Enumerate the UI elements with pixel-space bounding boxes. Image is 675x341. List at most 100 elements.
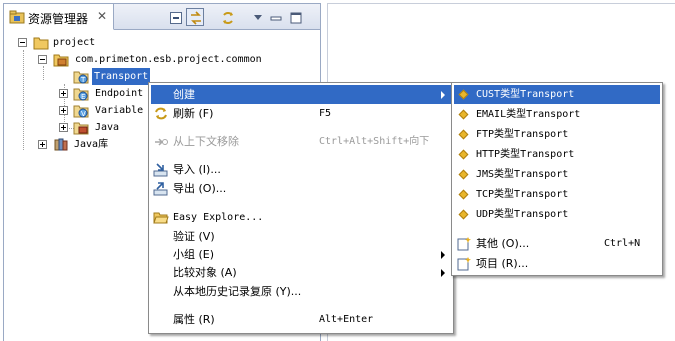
menu-label: 其他 (O)... (476, 237, 530, 250)
import-icon (153, 162, 169, 177)
menu-item-transport-type[interactable]: TCP类型Transport (454, 185, 660, 204)
menu-label: 导入 (I)... (173, 163, 221, 176)
menu-label: HTTP类型Transport (476, 149, 575, 160)
tree-item-package[interactable]: com.primeton.esb.project.common (38, 51, 298, 68)
menu-item-export[interactable]: 导出 (O)... (151, 179, 451, 198)
menu-accelerator: Ctrl+N (604, 238, 641, 249)
menu-label: 从本地历史记录复原 (Y)... (173, 285, 302, 298)
menu-label: Easy Explore... (173, 212, 264, 223)
tree-item-project[interactable]: project (18, 34, 218, 51)
menu-item-properties[interactable]: 属性 (R) Alt+Enter (151, 310, 451, 329)
tab-resource-explorer[interactable]: 资源管理器 ✕ (4, 4, 114, 30)
menu-label: FTP类型Transport (476, 129, 569, 140)
tree-item-java[interactable]: Java (59, 119, 159, 136)
menu-item-restore-from-history[interactable]: 从本地历史记录复原 (Y)... (151, 282, 451, 301)
menu-item-transport-type[interactable]: JMS类型Transport (454, 165, 660, 184)
tab-title: 资源管理器 (28, 12, 89, 26)
tree-item-java-library[interactable]: Java库 (38, 136, 138, 153)
create-submenu: CUST类型Transport EMAIL类型Transport FTP类型Tran… (451, 82, 663, 276)
menu-separator (151, 155, 451, 156)
tree-label: Java (95, 122, 120, 133)
transport-type-icon (458, 89, 469, 100)
menu-item-refresh[interactable]: 刷新 (F) F5 (151, 104, 451, 123)
menu-label: 验证 (V) (173, 230, 215, 243)
expand-toggle[interactable] (59, 123, 68, 132)
menu-item-transport-type[interactable]: UDP类型Transport (454, 205, 660, 224)
menu-item-import[interactable]: 导入 (I)... (151, 160, 451, 179)
menu-accelerator: Ctrl+Alt+Shift+向下 (319, 136, 430, 147)
project-folder-icon (33, 35, 49, 50)
collapse-toggle[interactable] (38, 55, 47, 64)
sync-icon[interactable] (218, 8, 236, 26)
menu-item-project[interactable]: 项目 (R)... (454, 254, 660, 273)
menu-separator (151, 127, 451, 128)
tree-item-variable[interactable]: V Variable (59, 102, 159, 119)
library-icon (53, 137, 69, 152)
view-tab-bar: 资源管理器 ✕ (4, 4, 320, 30)
menu-item-other[interactable]: 其他 (O)... Ctrl+N (454, 234, 660, 253)
menu-label: UDP类型Transport (476, 209, 569, 220)
menu-item-team[interactable]: 小组 (E) (151, 245, 451, 264)
menu-label: EMAIL类型Transport (476, 109, 581, 120)
transport-type-icon (458, 169, 469, 180)
menu-separator (151, 305, 451, 306)
tree-label-selected: Transport (92, 68, 151, 85)
transport-type-icon (458, 109, 469, 120)
menu-item-transport-type[interactable]: EMAIL类型Transport (454, 105, 660, 124)
transport-type-icon (458, 149, 469, 160)
submenu-arrow-icon (441, 269, 445, 277)
transport-type-icon (458, 129, 469, 140)
menu-separator (454, 226, 660, 227)
menu-label: 属性 (R) (173, 313, 215, 326)
endpoint-folder-icon: E (73, 86, 89, 101)
new-project-icon (456, 256, 472, 271)
menu-item-transport-type[interactable]: FTP类型Transport (454, 125, 660, 144)
menu-item-compare-with[interactable]: 比较对象 (A) (151, 263, 451, 282)
transport-folder-icon: T (73, 69, 89, 84)
context-menu: 创建 刷新 (F) F5 从上下文移除 Ctrl+Alt+Shift+向下 导入… (148, 82, 454, 334)
menu-label: JMS类型Transport (476, 169, 569, 180)
tree-label: project (53, 37, 96, 48)
svg-text:E: E (81, 93, 85, 101)
menu-item-transport-type[interactable]: HTTP类型Transport (454, 145, 660, 164)
tree-label: Java库 (74, 139, 109, 150)
menu-item-validate[interactable]: 验证 (V) (151, 227, 451, 246)
new-wizard-icon (456, 236, 472, 251)
tree-label: Endpoint (95, 88, 144, 99)
submenu-arrow-icon (441, 251, 445, 259)
expand-toggle[interactable] (59, 106, 68, 115)
menu-separator (151, 203, 451, 204)
svg-text:V: V (81, 110, 86, 118)
export-icon (153, 181, 169, 196)
submenu-arrow-icon (441, 91, 445, 99)
resource-explorer-icon (9, 10, 25, 24)
menu-label: 比较对象 (A) (173, 266, 237, 279)
transport-type-icon (458, 209, 469, 220)
link-with-editor-icon[interactable] (186, 8, 204, 26)
maximize-icon[interactable] (286, 8, 304, 26)
refresh-icon (153, 106, 169, 121)
menu-label: TCP类型Transport (476, 189, 569, 200)
expand-toggle[interactable] (59, 89, 68, 98)
menu-label: 小组 (E) (173, 248, 215, 261)
expand-toggle[interactable] (38, 140, 47, 149)
menu-item-remove-from-context[interactable]: 从上下文移除 Ctrl+Alt+Shift+向下 (151, 132, 451, 151)
menu-label: CUST类型Transport (476, 89, 575, 100)
menu-item-easy-explore[interactable]: Easy Explore... (151, 208, 451, 227)
view-menu-icon[interactable] (248, 8, 266, 26)
minimize-icon[interactable] (266, 8, 284, 26)
menu-label: 刷新 (F) (173, 107, 214, 120)
tree-item-endpoint[interactable]: E Endpoint (59, 85, 159, 102)
menu-label: 创建 (173, 88, 195, 101)
svg-text:T: T (80, 76, 86, 84)
menu-label: 导出 (O)... (173, 182, 227, 195)
menu-item-transport-type[interactable]: CUST类型Transport (454, 85, 660, 104)
open-folder-icon (153, 210, 169, 225)
tree-label: Variable (95, 105, 144, 116)
collapse-all-icon[interactable] (166, 8, 184, 26)
collapse-toggle[interactable] (18, 38, 27, 47)
menu-item-create[interactable]: 创建 (151, 85, 451, 104)
transport-type-icon (458, 189, 469, 200)
variable-folder-icon: V (73, 103, 89, 118)
close-icon[interactable]: ✕ (97, 9, 107, 23)
